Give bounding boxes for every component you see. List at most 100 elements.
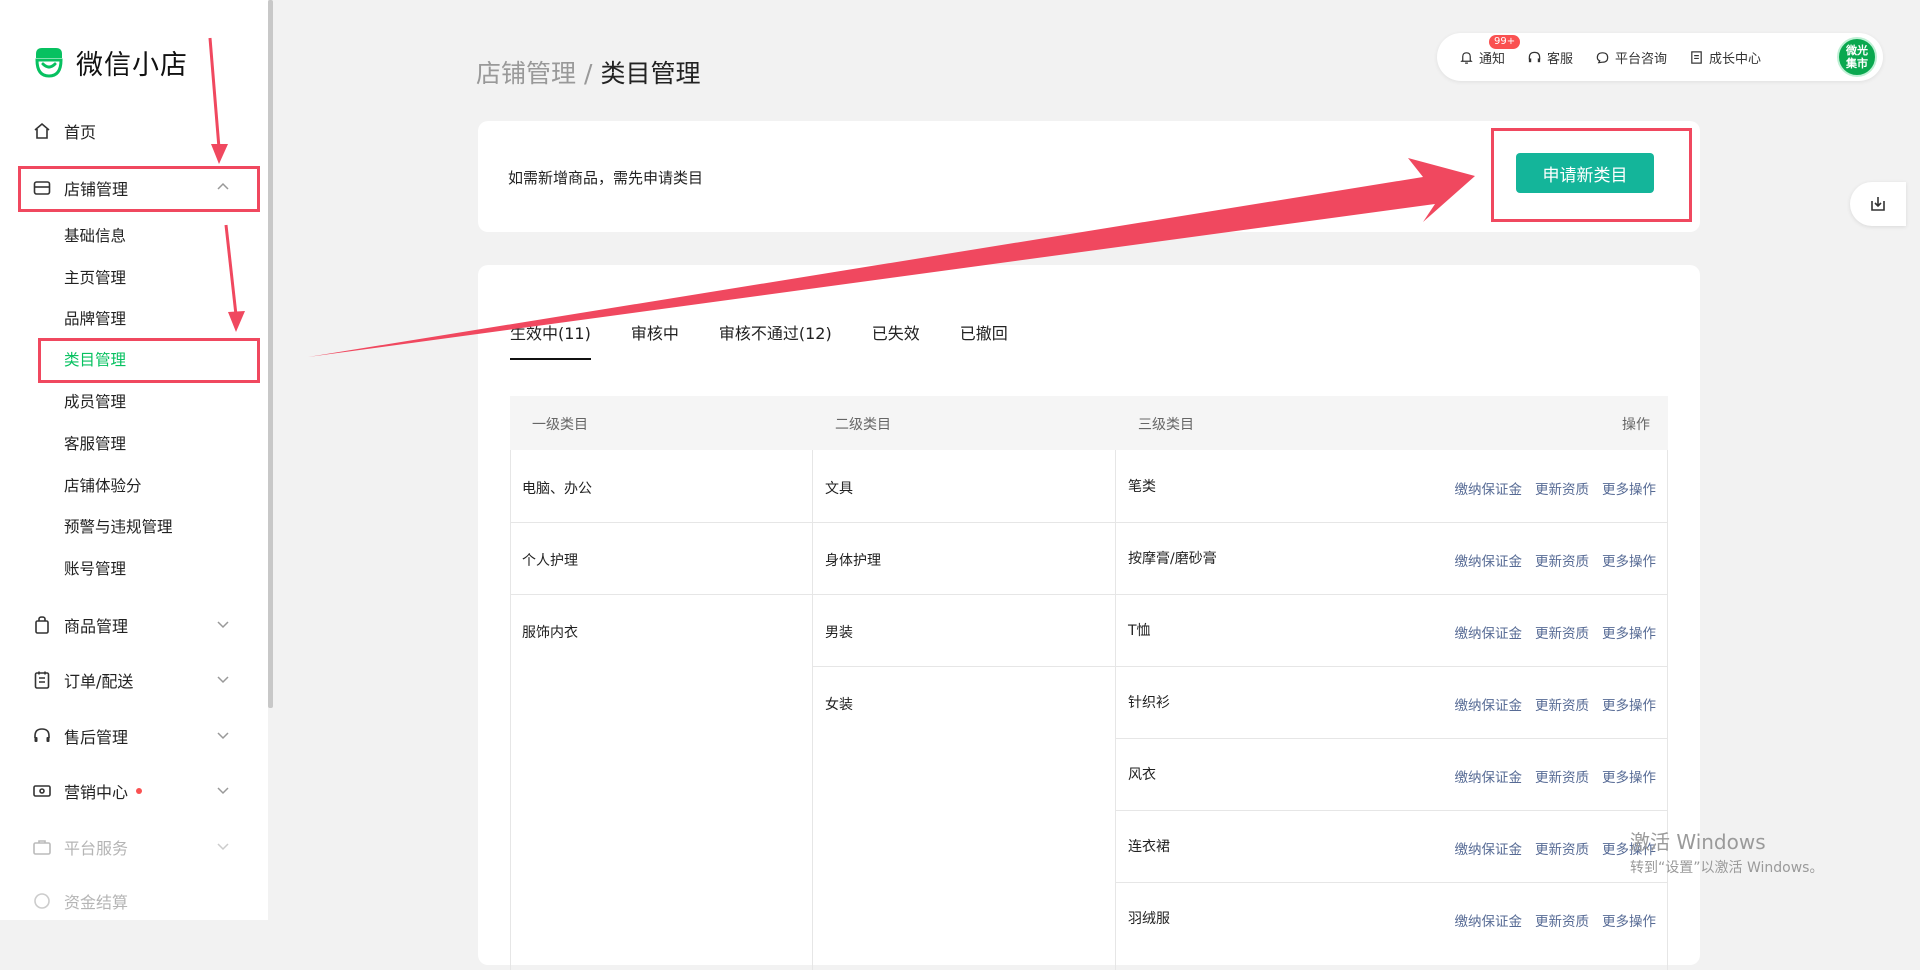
download-button[interactable]: [1850, 182, 1906, 226]
col-divider-1: [812, 450, 813, 970]
header-level3: 三级类目: [1138, 417, 1194, 433]
sub-item-basic-info[interactable]: 基础信息: [64, 222, 126, 250]
more-operations-link[interactable]: 更多操作: [1602, 550, 1656, 570]
pay-deposit-link[interactable]: 缴纳保证金: [1455, 910, 1523, 930]
sub-item-customer-service[interactable]: 客服管理: [64, 430, 126, 458]
nav-funds-label: 资金结算: [64, 893, 129, 912]
nav-platform-service[interactable]: 平台服务: [32, 831, 252, 863]
tab-withdrawn[interactable]: 已撤回: [960, 320, 1008, 360]
download-icon: [1871, 197, 1885, 211]
update-qualification-link[interactable]: 更新资质: [1535, 478, 1589, 498]
pay-deposit-link[interactable]: 缴纳保证金: [1455, 622, 1523, 642]
cell-level3: 连衣裙: [1128, 839, 1170, 855]
marketing-new-dot: [136, 788, 143, 794]
row-line: [510, 522, 1668, 523]
more-operations-link[interactable]: 更多操作: [1602, 766, 1656, 786]
more-operations-link[interactable]: 更多操作: [1602, 694, 1656, 714]
apply-notice: 如需新增商品，需先申请类目: [508, 169, 704, 187]
nav-home[interactable]: 首页: [32, 115, 252, 147]
header-operations: 操作: [1622, 417, 1650, 433]
nav-orders-label: 订单/配送: [64, 672, 134, 691]
app-logo[interactable]: 微信小店: [32, 42, 188, 82]
shop-logo-icon: [35, 48, 63, 78]
platform-consult-button[interactable]: 平台咨询: [1595, 48, 1667, 67]
notify-label: 通知: [1479, 51, 1506, 67]
pay-deposit-link[interactable]: 缴纳保证金: [1455, 550, 1523, 570]
chevron-down-icon: [217, 843, 229, 851]
briefcase-icon: [32, 837, 52, 857]
cell-level2: 男装: [825, 625, 853, 641]
nav-home-label: 首页: [64, 123, 97, 142]
nav-after-sales[interactable]: 售后管理: [32, 720, 252, 752]
notify-badge: 99+: [1489, 34, 1521, 49]
pay-deposit-link[interactable]: 缴纳保证金: [1455, 766, 1523, 786]
nav-platform-service-label: 平台服务: [64, 839, 129, 858]
platform-consult-label: 平台咨询: [1615, 51, 1668, 67]
chevron-down-icon: [217, 787, 229, 795]
bag-icon: [32, 615, 52, 635]
growth-center-button[interactable]: 成长中心: [1689, 48, 1761, 67]
table-border-left: [510, 450, 511, 970]
cell-level1: 个人护理: [522, 553, 578, 569]
ticket-icon: [32, 781, 52, 801]
sub-item-brand[interactable]: 品牌管理: [64, 305, 126, 333]
headset-icon: [32, 726, 52, 746]
sidebar: 微信小店 首页 店铺管理 基础信息 主页管理 品牌管理 类目管理 成员管理 客服…: [0, 0, 268, 920]
cell-level3: 按摩膏/磨砂膏: [1128, 551, 1217, 567]
cell-level2: 女装: [825, 697, 853, 713]
cell-level3: 风衣: [1128, 767, 1156, 783]
sub-item-account[interactable]: 账号管理: [64, 555, 126, 583]
order-icon: [32, 670, 52, 690]
update-qualification-link[interactable]: 更新资质: [1535, 622, 1589, 642]
tab-reviewing[interactable]: 审核中: [631, 320, 679, 360]
update-qualification-link[interactable]: 更新资质: [1535, 910, 1589, 930]
nav-funds[interactable]: 资金结算: [32, 885, 252, 917]
tab-active[interactable]: 生效中(11): [510, 320, 591, 360]
pay-deposit-link[interactable]: 缴纳保证金: [1455, 838, 1523, 858]
pay-deposit-link[interactable]: 缴纳保证金: [1455, 694, 1523, 714]
windows-activation-watermark: 激活 Windows 转到“设置”以激活 Windows。: [1630, 826, 1823, 877]
row-ops: 缴纳保证金 更新资质 更多操作: [1442, 838, 1657, 858]
category-card: 生效中(11) 审核中 审核不通过(12) 已失效 已撤回 一级类目 二级类目 …: [478, 265, 1700, 970]
row-ops: 缴纳保证金 更新资质 更多操作: [1442, 766, 1657, 786]
sub-item-experience-score[interactable]: 店铺体验分: [64, 472, 142, 500]
update-qualification-link[interactable]: 更新资质: [1535, 838, 1589, 858]
customer-service-button[interactable]: 客服: [1527, 48, 1573, 67]
nav-marketing[interactable]: 营销中心: [32, 775, 252, 807]
row-ops: 缴纳保证金 更新资质 更多操作: [1442, 622, 1657, 642]
row-ops: 缴纳保证金 更新资质 更多操作: [1442, 478, 1657, 498]
top-toolbar: 通知 99+ 客服 平台咨询 成长中心 微光 集市: [1437, 33, 1883, 81]
sub-item-homepage[interactable]: 主页管理: [64, 264, 126, 292]
update-qualification-link[interactable]: 更新资质: [1535, 550, 1589, 570]
chevron-down-icon: [217, 621, 229, 629]
pay-deposit-link[interactable]: 缴纳保证金: [1455, 478, 1523, 498]
tab-expired[interactable]: 已失效: [872, 320, 920, 360]
sidebar-scrollbar[interactable]: [268, 0, 273, 708]
breadcrumb-parent[interactable]: 店铺管理: [476, 59, 576, 88]
annotation-box-category: [38, 338, 260, 383]
row-line: [1115, 810, 1668, 811]
avatar[interactable]: 微光 集市: [1837, 37, 1877, 77]
row-ops: 缴纳保证金 更新资质 更多操作: [1442, 910, 1657, 930]
row-line: [1115, 738, 1668, 739]
more-operations-link[interactable]: 更多操作: [1602, 622, 1656, 642]
growth-center-label: 成长中心: [1709, 51, 1762, 67]
more-operations-link[interactable]: 更多操作: [1602, 910, 1656, 930]
breadcrumb-separator: /: [584, 59, 593, 88]
avatar-line2: 集市: [1846, 57, 1868, 70]
more-operations-link[interactable]: 更多操作: [1602, 478, 1656, 498]
tab-rejected[interactable]: 审核不通过(12): [719, 320, 832, 360]
update-qualification-link[interactable]: 更新资质: [1535, 766, 1589, 786]
app-title: 微信小店: [76, 49, 188, 81]
sub-item-members[interactable]: 成员管理: [64, 388, 126, 416]
nav-orders[interactable]: 订单/配送: [32, 664, 252, 696]
nav-goods-label: 商品管理: [64, 617, 129, 636]
notify-button[interactable]: 通知 99+: [1459, 34, 1521, 67]
sub-item-violation[interactable]: 预警与违规管理: [64, 513, 173, 541]
chevron-down-icon: [217, 732, 229, 740]
nav-goods[interactable]: 商品管理: [32, 609, 252, 641]
nav-marketing-label: 营销中心: [64, 783, 129, 802]
col-divider-2: [1115, 450, 1116, 970]
update-qualification-link[interactable]: 更新资质: [1535, 694, 1589, 714]
table-border-right: [1667, 450, 1668, 970]
